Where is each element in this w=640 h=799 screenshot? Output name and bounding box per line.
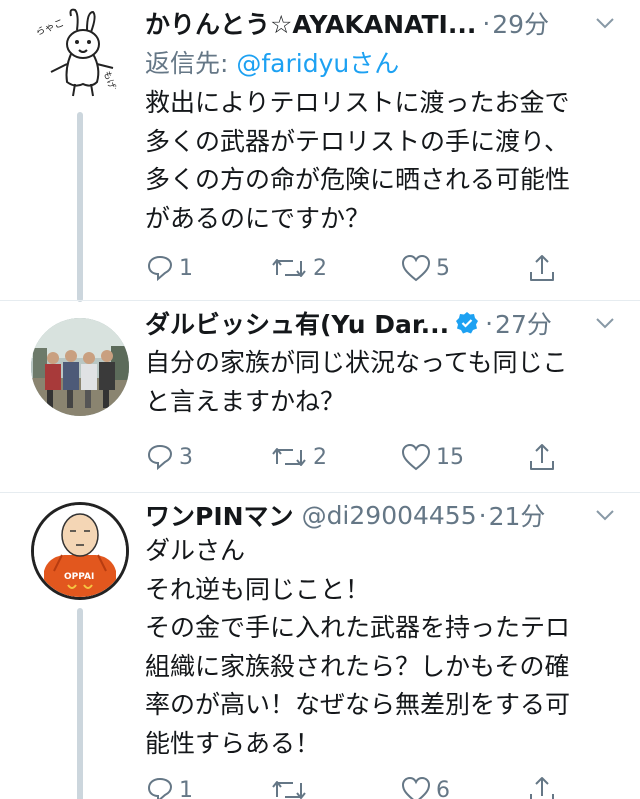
tweet-text-line: があるのにですか？ (145, 203, 371, 233)
avatar-drawing: ちゃこ もげてる (33, 8, 124, 104)
tweet-text-line: 多くの方の命が危険に晒される可能性 (145, 165, 571, 194)
avatar[interactable] (31, 318, 129, 416)
share-button[interactable] (527, 250, 557, 286)
mention-link[interactable]: @faridyu (236, 49, 349, 78)
timestamp[interactable]: 29分 (492, 5, 549, 41)
tweet-text-line: と言えますかね？ (145, 386, 346, 416)
tweet-item[interactable]: OPPAI ワンPINマン @di29004455 · 21分 ダルさん それ逆… (0, 492, 640, 799)
like-button[interactable]: 5 (400, 250, 450, 286)
chevron-down-icon[interactable] (594, 13, 616, 33)
tweet-header: ワンPINマン @di29004455 · 21分 (145, 498, 616, 532)
like-button[interactable]: 15 (400, 439, 464, 475)
avatar-photo (31, 318, 129, 416)
tweet-text-line: 救出によりテロリストに渡ったお金で (145, 88, 570, 117)
avatar[interactable]: ちゃこ もげてる (31, 6, 129, 104)
retweet-icon (272, 259, 306, 277)
tweet-item[interactable]: ダルビッシュ有(Yu Dar... · 27分 自分の家族が同じ状況なっても同じ… (0, 300, 640, 492)
share-button[interactable] (527, 439, 557, 475)
separator-dot: · (478, 500, 487, 530)
author-name[interactable]: かりんとう☆AYAKANATI... (145, 5, 476, 41)
timestamp[interactable]: 27分 (495, 305, 552, 341)
action-bar: 1 6 (145, 772, 565, 799)
share-icon (530, 255, 554, 281)
tweet-text-line: その金で手に入れた武器を持ったテロ (145, 613, 571, 642)
chevron-down-icon[interactable] (594, 313, 616, 333)
heart-icon (401, 776, 431, 799)
retweet-icon (272, 781, 306, 799)
tweet-text-line: 多くの武器がテロリストの手に渡り、 (145, 126, 570, 156)
tweet-text-line: 組織に家族殺されたら？しかもその確 (145, 651, 570, 681)
retweet-icon (272, 448, 306, 466)
reply-count: 1 (179, 777, 193, 799)
reply-icon (147, 444, 173, 471)
action-bar: 3 2 15 (145, 439, 565, 479)
heart-icon (401, 254, 431, 282)
like-button[interactable]: 6 (400, 772, 450, 799)
action-bar: 1 2 5 (145, 250, 565, 290)
tweet-text-line: ダルさん (145, 536, 246, 565)
like-count: 15 (436, 444, 464, 470)
tweet-item[interactable]: ちゃこ もげてる かりんとう☆AYAKANATI... · 29分 返信先: @… (0, 0, 640, 302)
svg-text:もげてる: もげてる (101, 70, 124, 104)
reply-prefix: 返信先: (145, 49, 237, 78)
retweet-count: 2 (313, 255, 327, 281)
tweet-text-line: 自分の家族が同じ状況なっても同じこ (145, 348, 568, 377)
tweet-text: 自分の家族が同じ状況なっても同じこ と言えますかね？ (145, 344, 615, 421)
tweet-text-line: それ逆も同じこと！ (145, 574, 371, 604)
avatar-drawing: OPPAI (34, 505, 126, 597)
share-icon (530, 444, 554, 470)
retweet-button[interactable]: 2 (269, 250, 327, 286)
like-count: 6 (436, 777, 450, 799)
avatar[interactable]: OPPAI (31, 502, 129, 600)
reply-icon (147, 255, 173, 282)
reply-button[interactable]: 1 (145, 250, 193, 286)
chevron-down-icon[interactable] (594, 505, 616, 525)
reply-icon (147, 777, 173, 799)
tweet-text-line: 率のが高い！なぜなら無差別をする可 (145, 690, 571, 719)
thread-line (77, 112, 83, 302)
author-handle[interactable]: @di29004455 (302, 501, 477, 530)
reply-button[interactable]: 1 (145, 772, 193, 799)
share-button[interactable] (527, 772, 557, 799)
retweet-count: 2 (313, 444, 327, 470)
mention-suffix: さん (349, 49, 400, 78)
tweet-text-line: 能性すらある！ (145, 728, 321, 758)
heart-icon (401, 443, 431, 471)
avatar-text: OPPAI (64, 572, 94, 582)
separator-dot: · (485, 308, 494, 338)
reply-count: 3 (179, 444, 193, 470)
reply-button[interactable]: 3 (145, 439, 193, 475)
author-name[interactable]: ワンPINマン (145, 497, 294, 533)
tweet-header: かりんとう☆AYAKANATI... · 29分 (145, 6, 616, 40)
reply-context: 返信先: @faridyuさん (145, 44, 399, 80)
timestamp[interactable]: 21分 (489, 497, 546, 533)
thread-line (77, 608, 83, 799)
separator-dot: · (482, 8, 491, 38)
tweet-header: ダルビッシュ有(Yu Dar... · 27分 (145, 306, 616, 340)
author-name[interactable]: ダルビッシュ有(Yu Dar... (145, 305, 449, 341)
svg-text:ちゃこ: ちゃこ (33, 17, 65, 39)
reply-count: 1 (179, 255, 193, 281)
retweet-button[interactable]: 2 (269, 439, 327, 475)
retweet-button[interactable] (269, 772, 313, 799)
verified-badge-icon (456, 312, 479, 334)
tweet-text: ダルさん それ逆も同じこと！ その金で手に入れた武器を持ったテロ 組織に家族殺さ… (145, 532, 615, 763)
like-count: 5 (436, 255, 450, 281)
tweet-text: 救出によりテロリストに渡ったお金で 多くの武器がテロリストの手に渡り、 多くの方… (145, 84, 615, 238)
share-icon (530, 777, 554, 799)
